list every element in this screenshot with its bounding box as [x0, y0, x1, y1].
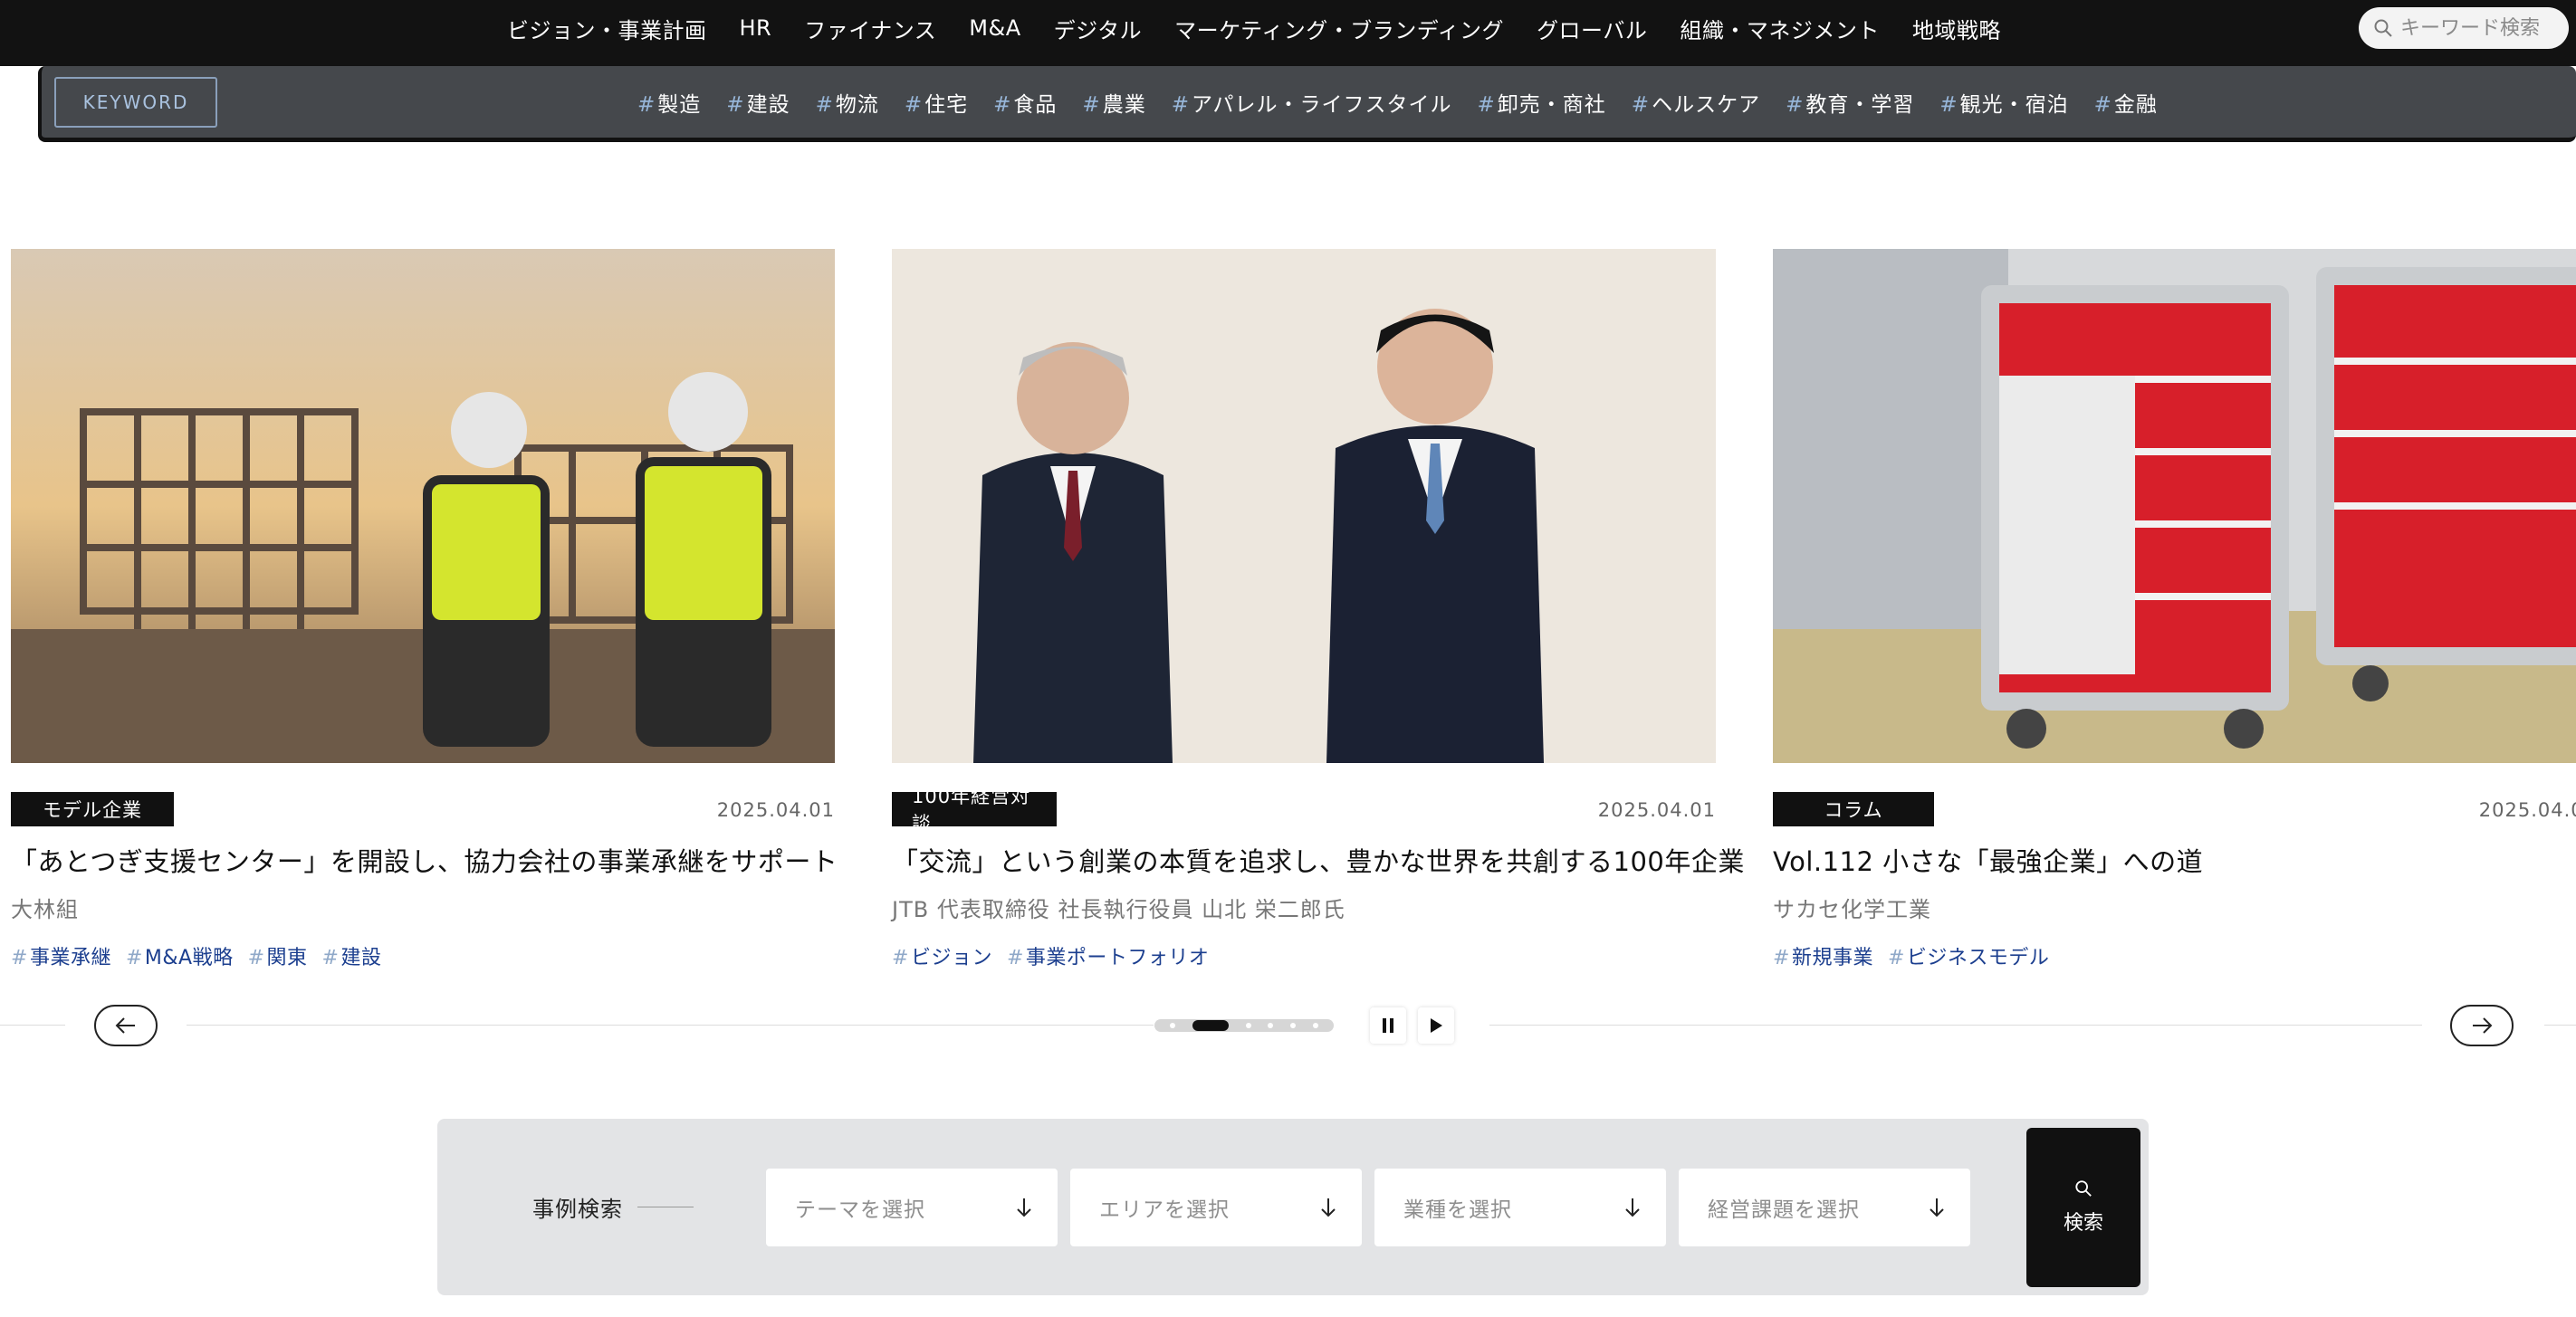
tag-list: #新規事業 #ビジネスモデル — [1773, 941, 2576, 970]
publish-date: 2025.04.01 — [2478, 799, 2576, 821]
keyword-list: #製造 #建設 #物流 #住宅 #食品 #農業 #アパレル・ライフスタイル #卸… — [637, 66, 2158, 138]
industry-select[interactable]: 業種を選択 — [1374, 1169, 1666, 1246]
nav-link-ma[interactable]: M&A — [969, 15, 1020, 41]
arrow-right-icon — [2473, 1017, 2493, 1034]
nav-link-regional[interactable]: 地域戦略 — [1912, 13, 2001, 44]
top-navigation: ビジョン・事業計画 HR ファイナンス M&A デジタル マーケティング・ブラン… — [0, 0, 2576, 66]
pause-icon — [1383, 1018, 1393, 1033]
carousel-dot[interactable] — [1192, 1020, 1229, 1031]
tag-link[interactable]: #ビジョン — [892, 941, 992, 970]
nav-link-vision[interactable]: ビジョン・事業計画 — [507, 13, 707, 44]
keyword-tag-logistics[interactable]: #物流 — [816, 87, 879, 118]
nav-link-global[interactable]: グローバル — [1537, 13, 1647, 44]
keyword-bar: KEYWORD #製造 #建設 #物流 #住宅 #食品 #農業 #アパレル・ライ… — [38, 66, 2576, 142]
category-badge: コラム — [1773, 792, 1934, 826]
medical-carts-photo[interactable] — [1773, 249, 2576, 763]
area-select[interactable]: エリアを選択 — [1070, 1169, 1362, 1246]
nav-link-hr[interactable]: HR — [740, 15, 772, 41]
category-badge: モデル企業 — [11, 792, 174, 826]
company-name: サカセ化学工業 — [1773, 897, 1931, 922]
carousel-divider — [1489, 1025, 2422, 1026]
carousel-dot[interactable] — [1312, 1023, 1318, 1028]
carousel-next-button[interactable] — [2450, 1005, 2514, 1046]
company-name: JTB 代表取締役 社長執行役員 山北 栄二郎氏 — [892, 897, 1345, 922]
construction-workers-photo[interactable] — [11, 249, 835, 763]
keyword-tag-construction[interactable]: #建設 — [726, 87, 790, 118]
carousel-dot[interactable] — [1245, 1023, 1251, 1028]
article-card[interactable]: モデル企業 2025.04.01 「あとつぎ支援センター」を開設し、協力会社の事… — [11, 249, 838, 970]
case-search-button[interactable]: 検索 — [2026, 1128, 2140, 1287]
nav-link-organization[interactable]: 組織・マネジメント — [1680, 13, 1880, 44]
carousel-prev-button[interactable] — [94, 1005, 158, 1046]
nav-link-finance[interactable]: ファイナンス — [804, 13, 936, 44]
keyword-tag-agriculture[interactable]: #農業 — [1082, 87, 1145, 118]
arrow-left-icon — [115, 1017, 135, 1034]
carousel-dot[interactable] — [1170, 1023, 1176, 1028]
keyword-tag-wholesale[interactable]: #卸売・商社 — [1478, 87, 1606, 118]
card-meta: コラム 2025.04.01 — [1773, 792, 2576, 832]
article-title[interactable]: Vol.112 小さな「最強企業」への道 — [1773, 841, 2576, 879]
carousel-divider — [0, 1025, 65, 1026]
card-meta: モデル企業 2025.04.01 — [11, 792, 835, 832]
tag-link[interactable]: #ビジネスモデル — [1888, 941, 2049, 970]
company-name: 大林組 — [11, 897, 79, 922]
two-businessmen-photo[interactable] — [892, 249, 1716, 763]
play-icon — [1431, 1018, 1442, 1033]
management-issue-select[interactable]: 経営課題を選択 — [1679, 1169, 1970, 1246]
publish-date: 2025.04.01 — [716, 799, 835, 821]
arrow-down-icon — [1321, 1198, 1336, 1217]
publish-date: 2025.04.01 — [1597, 799, 1716, 821]
carousel-dot[interactable] — [1289, 1023, 1296, 1028]
category-badge: 100年経営対談 — [892, 786, 1057, 835]
theme-select[interactable]: テーマを選択 — [766, 1169, 1058, 1246]
carousel-divider — [187, 1025, 1154, 1026]
keyword-tag-finance[interactable]: #金融 — [2094, 87, 2158, 118]
tag-link[interactable]: #M&A戦略 — [126, 941, 234, 970]
nav-link-marketing[interactable]: マーケティング・ブランディング — [1174, 13, 1504, 44]
keyword-tag-education[interactable]: #教育・学習 — [1786, 87, 1914, 118]
keyword-search-input[interactable] — [2400, 16, 2563, 40]
tag-link[interactable]: #建設 — [322, 941, 382, 970]
carousel-play-button[interactable] — [1418, 1007, 1454, 1044]
carousel-pause-button[interactable] — [1370, 1007, 1406, 1044]
search-icon — [2075, 1180, 2092, 1197]
case-search-label: 事例検索 — [532, 1119, 694, 1295]
keyword-tag-healthcare[interactable]: #ヘルスケア — [1632, 87, 1760, 118]
tag-link[interactable]: #新規事業 — [1773, 941, 1873, 970]
tag-link[interactable]: #事業承継 — [11, 941, 111, 970]
article-card[interactable]: コラム 2025.04.01 Vol.112 小さな「最強企業」への道 サカセ化… — [1773, 249, 2576, 970]
medical-carts-image — [1773, 249, 2576, 763]
keyword-tag-apparel[interactable]: #アパレル・ライフスタイル — [1172, 87, 1452, 118]
arrow-down-icon — [1017, 1198, 1031, 1217]
carousel-pagination — [1154, 1019, 1334, 1032]
keyword-button[interactable]: KEYWORD — [54, 77, 217, 128]
tag-list: #事業承継 #M&A戦略 #関東 #建設 — [11, 941, 835, 970]
carousel-dot[interactable] — [1268, 1023, 1274, 1028]
nav-link-digital[interactable]: デジタル — [1054, 13, 1143, 44]
main-nav-links: ビジョン・事業計画 HR ファイナンス M&A デジタル マーケティング・ブラン… — [507, 0, 2001, 56]
keyword-tag-manufacturing[interactable]: #製造 — [637, 87, 701, 118]
arrow-down-icon — [1930, 1198, 1944, 1217]
keyword-tag-housing[interactable]: #住宅 — [905, 87, 968, 118]
keyword-search-box[interactable] — [2359, 7, 2569, 49]
keyword-tag-food[interactable]: #食品 — [993, 87, 1057, 118]
tag-link[interactable]: #関東 — [248, 941, 308, 970]
case-search-panel: 事例検索 テーマを選択 エリアを選択 業種を選択 経営課題を選択 検索 — [437, 1119, 2149, 1295]
tag-link[interactable]: #事業ポートフォリオ — [1007, 941, 1209, 970]
two-businessmen-image — [892, 249, 1716, 763]
carousel-divider — [2544, 1025, 2576, 1026]
construction-workers-image — [11, 249, 835, 763]
arrow-down-icon — [1625, 1198, 1640, 1217]
keyword-tag-tourism[interactable]: #観光・宿泊 — [1939, 87, 2068, 118]
search-icon — [2374, 19, 2392, 37]
article-card[interactable]: 100年経営対談 2025.04.01 「交流」という創業の本質を追求し、豊かな… — [892, 249, 1744, 970]
article-title[interactable]: 「あとつぎ支援センター」を開設し、協力会社の事業承継をサポート — [11, 841, 838, 879]
article-title[interactable]: 「交流」という創業の本質を追求し、豊かな世界を共創する100年企業 — [892, 841, 1744, 879]
tag-list: #ビジョン #事業ポートフォリオ — [892, 941, 1716, 970]
card-meta: 100年経営対談 2025.04.01 — [892, 786, 1716, 835]
